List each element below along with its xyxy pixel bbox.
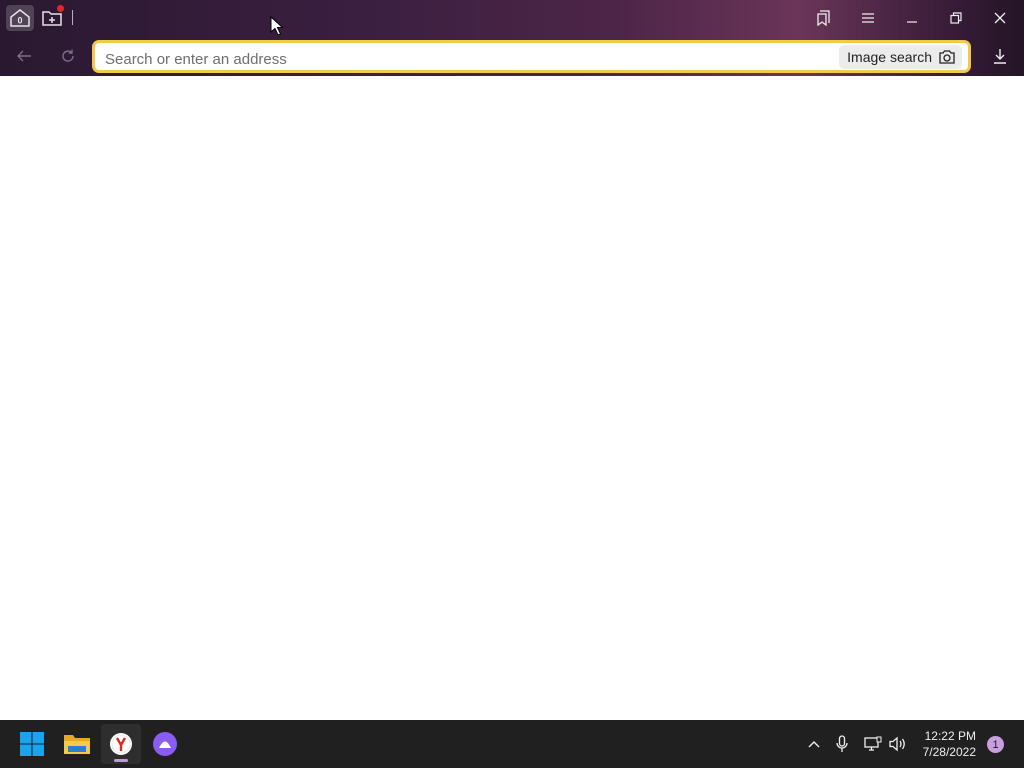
collections-button[interactable] xyxy=(802,0,846,36)
tab-separator xyxy=(72,10,73,25)
alice-assistant-button[interactable] xyxy=(145,724,185,764)
notification-badge[interactable]: 1 xyxy=(987,736,1004,753)
network-icon xyxy=(864,736,882,751)
back-button[interactable] xyxy=(10,42,38,70)
chevron-up-icon xyxy=(808,741,820,748)
reload-icon xyxy=(62,49,74,62)
close-button[interactable] xyxy=(978,0,1022,36)
search-input[interactable] xyxy=(103,46,827,72)
minimize-icon xyxy=(907,21,917,23)
volume-icon xyxy=(889,736,905,752)
menu-button[interactable] xyxy=(846,0,890,36)
restore-icon xyxy=(950,12,962,24)
system-clock[interactable]: 12:22 PM 7/28/2022 xyxy=(923,728,976,760)
collections-icon xyxy=(817,10,830,26)
camera-icon xyxy=(939,50,955,64)
yandex-browser-button[interactable] xyxy=(101,724,141,764)
image-search-button[interactable]: Image search xyxy=(839,45,962,69)
restore-button[interactable] xyxy=(934,0,978,36)
title-bar: 0 xyxy=(0,0,1024,36)
page-content xyxy=(0,76,1024,720)
network-button[interactable] xyxy=(862,732,884,756)
microphone-button[interactable] xyxy=(831,732,853,756)
download-icon xyxy=(994,49,1006,64)
alice-assistant-icon xyxy=(153,732,177,756)
downloads-button[interactable] xyxy=(986,42,1014,70)
microphone-icon xyxy=(836,735,848,752)
start-icon xyxy=(20,732,44,756)
minimize-button[interactable] xyxy=(890,0,934,36)
clock-date: 7/28/2022 xyxy=(922,745,976,759)
tab-home-button[interactable]: 0 xyxy=(6,5,34,31)
close-icon xyxy=(994,12,1006,24)
yandex-browser-icon xyxy=(110,733,132,755)
mouse-cursor xyxy=(270,15,284,41)
new-tab-notification-dot xyxy=(57,5,64,12)
start-button[interactable] xyxy=(12,724,52,764)
taskbar: 12:22 PM 7/28/2022 xyxy=(0,720,1024,768)
file-explorer-icon xyxy=(64,735,90,754)
cursor-icon xyxy=(270,15,284,36)
file-explorer-button[interactable] xyxy=(57,724,97,764)
address-bar[interactable]: Image search xyxy=(92,40,971,73)
back-arrow-icon xyxy=(17,50,31,62)
tab-count: 0 xyxy=(17,16,22,26)
active-app-indicator xyxy=(114,759,128,762)
menu-icon xyxy=(862,13,874,23)
reload-button[interactable] xyxy=(54,42,82,70)
image-search-label: Image search xyxy=(847,49,932,65)
volume-button[interactable] xyxy=(887,732,909,756)
home-tab-icon: 0 xyxy=(10,9,30,27)
clock-time: 12:22 PM xyxy=(924,729,976,743)
show-hidden-icons-button[interactable] xyxy=(803,732,825,756)
